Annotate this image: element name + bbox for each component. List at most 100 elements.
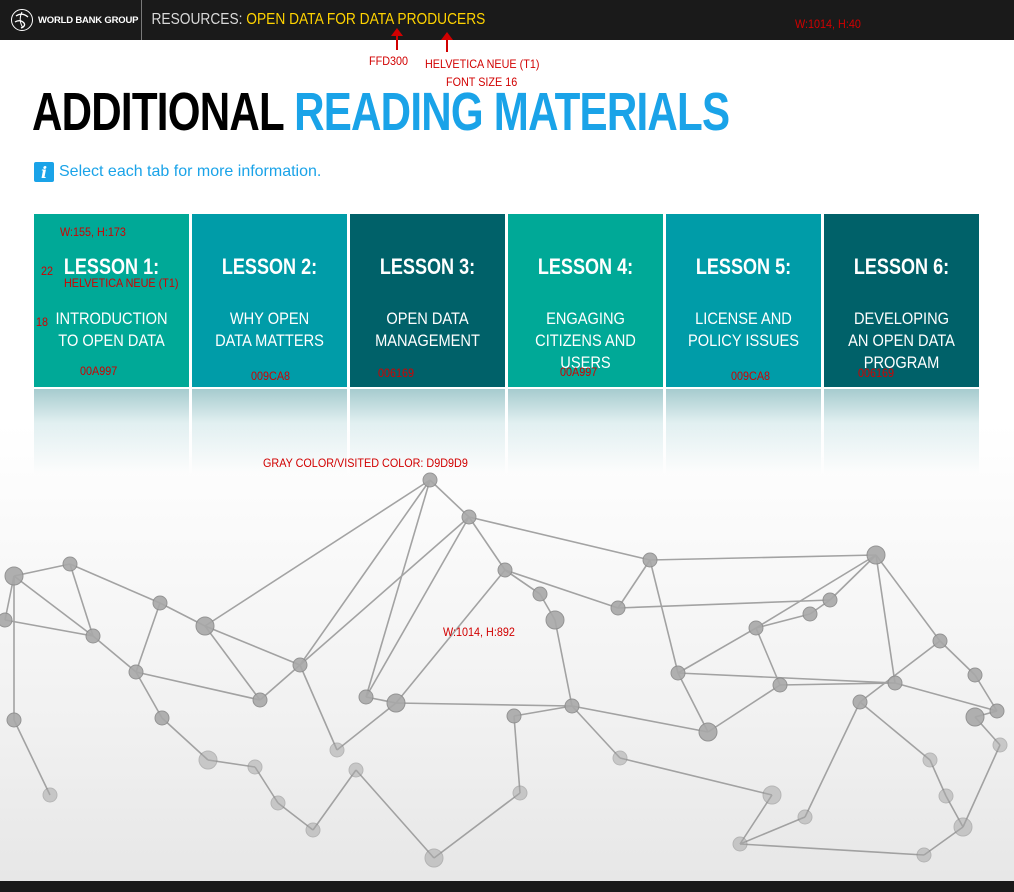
network-edge [299,664,338,751]
network-node [938,788,954,804]
instruction-row: i Select each tab for more information. [34,162,321,182]
tab-description: OPEN DATA MANAGEMENT [375,309,480,350]
tab-description: WHY OPEN DATA MATTERS [215,309,324,350]
network-edge [779,682,896,686]
network-node [822,592,838,608]
network-edge [513,715,521,794]
network-node [329,742,345,758]
tab-color-annotation: 00A997 [80,364,118,378]
tab-title: LESSON 2: [221,254,318,279]
network-edge [13,719,51,796]
network-edge [739,843,925,856]
network-node [195,616,215,636]
network-edge [4,619,94,637]
tab-lesson-3[interactable]: LESSON 3: OPEN DATA MANAGEMENT [350,214,505,387]
network-node [6,712,22,728]
network-node [932,633,948,649]
network-edge [619,757,773,796]
network-node [545,610,565,630]
tab-lesson-2[interactable]: LESSON 2: WHY OPEN DATA MATTERS [192,214,347,387]
network-node [612,750,628,766]
tab-description: LICENSE AND POLICY ISSUES [687,309,800,350]
top-bar: WORLD BANK GROUP RESOURCES: OPEN DATA FO… [0,0,1014,40]
network-node [797,809,813,825]
network-edge [962,744,1001,828]
network-edge [554,619,573,707]
tab-reflection [508,389,663,474]
network-node [85,628,101,644]
tab-lesson-1[interactable]: LESSON 1: INTRODUCTION TO OPEN DATA [34,214,189,387]
tab-title: LESSON 4: [537,254,634,279]
font-annotation: HELVETICA NEUE (T1) [425,57,540,71]
tab-lesson-6[interactable]: LESSON 6: DEVELOPING AN OPEN DATA PROGRA… [824,214,979,387]
network-node [992,737,1008,753]
breadcrumb-title: OPEN DATA FOR DATA PRODUCERS [246,11,486,28]
network-edge [92,635,137,673]
instruction-text: Select each tab for more information. [59,163,322,180]
header-size-annotation: W:1014, H:40 [795,17,861,31]
network-edge [365,479,431,698]
network-edge [395,702,573,707]
tab-color-annotation: 009CA8 [731,369,771,383]
network-node [270,795,286,811]
network-node [461,509,477,525]
network-node [670,665,686,681]
network-node [4,566,24,586]
network-edge [468,516,651,561]
network-node [292,657,308,673]
network-edge [433,792,521,859]
network-edge [365,516,470,698]
color-code-annotation: FFD300 [369,54,409,68]
network-node [62,556,78,572]
network-edge [204,479,431,627]
network-edge [875,554,941,642]
network-node [305,822,321,838]
tab-description: DEVELOPING AN OPEN DATA PROGRAM [848,309,955,372]
tab-description: INTRODUCTION TO OPEN DATA [55,309,168,350]
tab-lesson-5[interactable]: LESSON 5: LICENSE AND POLICY ISSUES [666,214,821,387]
network-edge [299,516,470,666]
title-size-annotation: 22 [41,264,54,278]
network-node [42,787,58,803]
network-node [989,703,1005,719]
network-node [128,664,144,680]
network-edge [617,599,831,609]
network-edge [649,559,679,674]
network-edge [355,769,435,859]
tab-reflection [824,389,979,474]
annotation-arrow [441,32,453,52]
network-edge [677,672,709,733]
network-node [732,836,748,852]
lesson-tabs: LESSON 1: INTRODUCTION TO OPEN DATA LESS… [34,214,980,387]
network-edge [829,554,877,601]
tab-color-annotation: 006169 [378,366,415,380]
network-node [252,692,268,708]
footer-bar [0,881,1014,892]
desc-size-annotation: 18 [36,315,49,329]
network-edge [259,664,301,701]
network-node [610,600,626,616]
tab-color-annotation: 009CA8 [251,369,291,383]
tab-title: LESSON 6: [853,254,950,279]
network-node [772,677,788,693]
tab-font-annotation: HELVETICA NEUE (T1) [64,276,179,290]
tab-lesson-4[interactable]: LESSON 4: ENGAGING CITIZENS AND USERS [508,214,663,387]
tab-reflection [666,389,821,474]
globe-icon [11,9,33,31]
world-bank-logo[interactable]: WORLD BANK GROUP [0,0,142,40]
network-edge [875,554,896,684]
network-node [358,689,374,705]
network-edge [135,602,161,673]
network-node [965,707,985,727]
network-edge [429,479,470,518]
page-title-dark: ADDITIONAL [32,82,284,142]
network-edge [312,769,357,831]
visited-color-annotation: GRAY COLOR/VISITED COLOR: D9D9D9 [263,456,468,470]
annotation-arrow [391,28,403,50]
network-node [247,759,263,775]
page-title: ADDITIONAL READING MATERIALS [32,82,730,142]
network-node [154,710,170,726]
network-edge [859,701,931,761]
breadcrumb: RESOURCES: OPEN DATA FOR DATA PRODUCERS [142,11,485,29]
network-node [922,752,938,768]
